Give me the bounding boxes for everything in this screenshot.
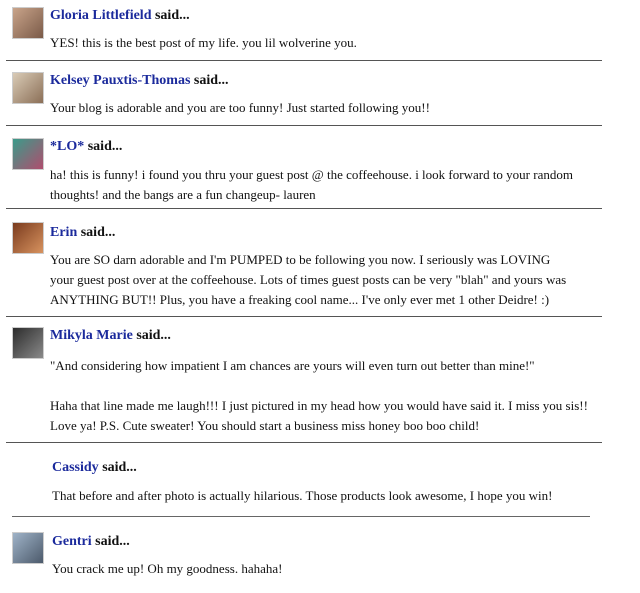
author-link[interactable]: Cassidy — [52, 460, 99, 475]
comment-line: Haha that line made me laugh!!! I just p… — [50, 398, 588, 413]
comment-body: Your blog is adorable and you are too fu… — [50, 98, 620, 118]
comment-divider — [6, 125, 602, 126]
author-link[interactable]: Mikyla Marie — [50, 328, 133, 343]
comment-line: thoughts! and the bangs are a fun change… — [50, 187, 316, 202]
comment-body: "And considering how impatient I am chan… — [50, 356, 620, 436]
comment-author: Cassidy said... — [52, 460, 137, 476]
comment-body: That before and after photo is actually … — [52, 486, 622, 506]
comment-body: YES! this is the best post of my life. y… — [50, 33, 620, 53]
said-label: said... — [193, 73, 229, 88]
comment-line: your guest post over at the coffeehouse.… — [50, 272, 567, 287]
comment-line: ANYTHING BUT!! Plus, you have a freaking… — [50, 292, 550, 307]
said-label: said... — [80, 225, 116, 240]
comment-author: *LO* said... — [50, 139, 122, 155]
said-label: said... — [102, 460, 137, 475]
author-link[interactable]: Gentri — [52, 534, 92, 549]
comment-line: Love ya! P.S. Cute sweater! You should s… — [50, 418, 480, 433]
comment-author: Erin said... — [50, 225, 115, 241]
avatar[interactable] — [12, 222, 44, 254]
comment-line: YES! this is the best post of my life. y… — [50, 35, 357, 50]
comment-author: Mikyla Marie said... — [50, 328, 171, 344]
avatar[interactable] — [12, 138, 44, 170]
said-label: said... — [136, 328, 171, 343]
comment-body: You are SO darn adorable and I'm PUMPED … — [50, 250, 620, 310]
comment-line — [50, 376, 620, 396]
comment-author: Gloria Littlefield said... — [50, 8, 190, 24]
comment-line: You crack me up! Oh my goodness. hahaha! — [52, 561, 283, 576]
author-link[interactable]: *LO* — [50, 139, 84, 154]
comment-author: Kelsey Pauxtis-Thomas said... — [50, 73, 229, 89]
author-link[interactable]: Erin — [50, 225, 77, 240]
author-link[interactable]: Gloria Littlefield — [50, 8, 151, 23]
avatar[interactable] — [12, 72, 44, 104]
comment-divider — [12, 516, 590, 517]
comment-line: "And considering how impatient I am chan… — [50, 358, 535, 373]
avatar[interactable] — [12, 7, 44, 39]
comment-line: That before and after photo is actually … — [52, 488, 553, 503]
comment-author: Gentri said... — [52, 534, 130, 550]
comment-divider — [6, 60, 602, 61]
author-link[interactable]: Kelsey Pauxtis-Thomas — [50, 73, 190, 88]
comment-body: You crack me up! Oh my goodness. hahaha! — [52, 559, 622, 579]
comment-divider — [6, 442, 602, 443]
comment-divider — [6, 208, 602, 209]
comment-divider — [6, 316, 602, 317]
said-label: said... — [87, 139, 123, 154]
said-label: said... — [95, 534, 130, 549]
comment-line: You are SO darn adorable and I'm PUMPED … — [50, 252, 551, 267]
avatar[interactable] — [12, 532, 44, 564]
said-label: said... — [154, 8, 190, 23]
comment-line: ha! this is funny! i found you thru your… — [50, 167, 573, 182]
comment-line: Your blog is adorable and you are too fu… — [50, 100, 430, 115]
avatar[interactable] — [12, 327, 44, 359]
comment-body: ha! this is funny! i found you thru your… — [50, 165, 620, 205]
